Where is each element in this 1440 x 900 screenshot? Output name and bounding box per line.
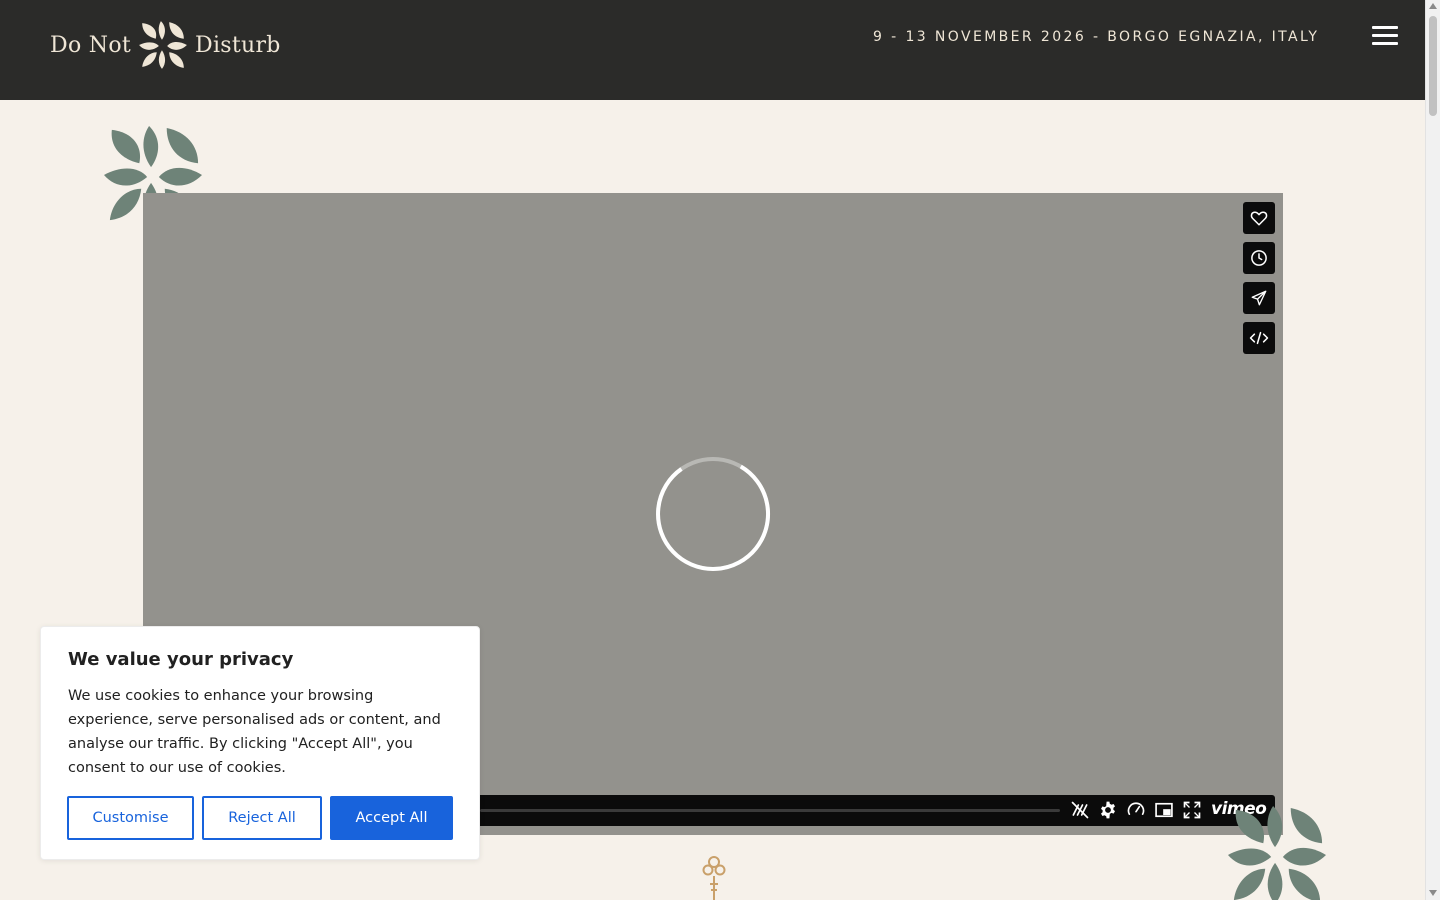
video-control-bar: vimeo	[472, 795, 1275, 826]
scrollbar-thumb[interactable]	[1429, 16, 1437, 116]
site-logo[interactable]: Do Not Disturb	[50, 18, 281, 72]
fullscreen-icon[interactable]	[1182, 800, 1202, 820]
captions-off-icon[interactable]	[1070, 800, 1090, 820]
cookie-banner-text: We use cookies to enhance your browsing …	[68, 688, 441, 776]
decorative-key-icon	[702, 856, 726, 900]
like-button[interactable]	[1243, 202, 1275, 234]
embed-button[interactable]	[1243, 322, 1275, 354]
cookie-banner-title: We value your privacy	[68, 649, 294, 670]
scroll-up-arrow-icon[interactable]	[1429, 3, 1437, 9]
event-date-location: 9 - 13 NOVEMBER 2026 - BORGO EGNAZIA, IT…	[873, 29, 1320, 45]
gear-icon[interactable]	[1098, 800, 1118, 820]
share-button[interactable]	[1243, 282, 1275, 314]
cookie-consent-banner: We value your privacy We use cookies to …	[40, 626, 480, 860]
watch-later-button[interactable]	[1243, 242, 1275, 274]
logo-leaf-mark-icon	[139, 21, 187, 69]
accept-all-button[interactable]: Accept All	[330, 796, 453, 840]
speed-icon[interactable]	[1126, 800, 1146, 820]
site-header: Do Not Disturb 9 - 13 NOVEMBER 2026 - BO…	[0, 0, 1425, 100]
heart-icon	[1250, 211, 1268, 226]
customise-button[interactable]: Customise	[67, 796, 194, 840]
loading-spinner-icon	[656, 457, 770, 571]
clock-icon	[1251, 250, 1267, 266]
logo-text-right: Disturb	[195, 32, 281, 58]
decorative-leaf-pattern-icon	[1228, 806, 1326, 900]
reject-all-button[interactable]: Reject All	[202, 796, 322, 840]
picture-in-picture-icon[interactable]	[1154, 800, 1174, 820]
logo-text-left: Do Not	[50, 32, 132, 58]
scroll-down-arrow-icon[interactable]	[1429, 890, 1437, 896]
page-scrollbar[interactable]	[1425, 0, 1440, 900]
send-icon	[1251, 290, 1267, 306]
hamburger-menu-icon[interactable]	[1372, 26, 1398, 50]
video-progress-bar[interactable]	[480, 809, 1060, 812]
embed-code-icon	[1249, 331, 1269, 345]
